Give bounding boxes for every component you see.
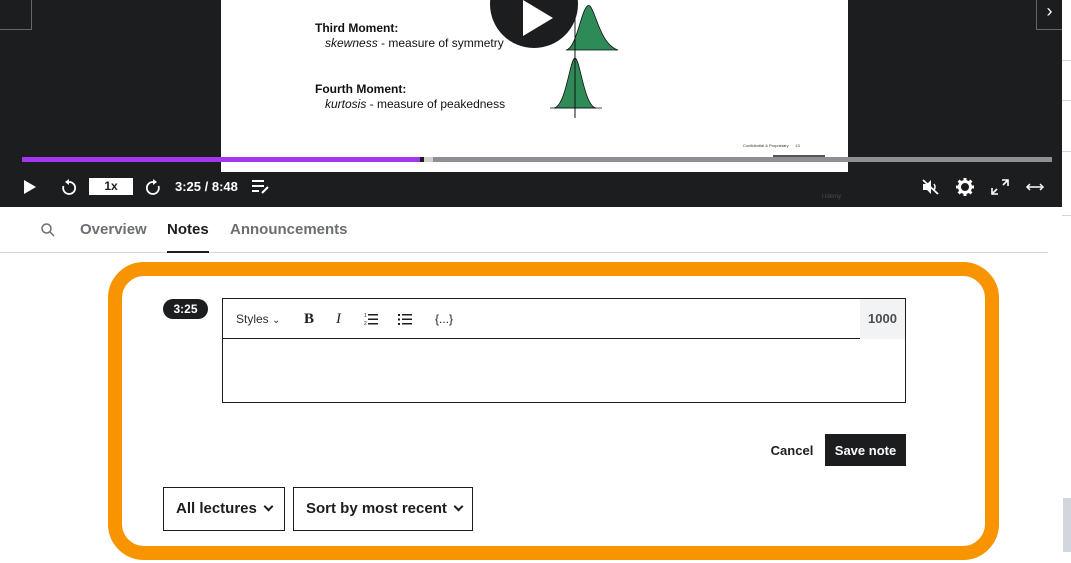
transcript-icon[interactable] bbox=[250, 170, 272, 204]
slide-term-kurtosis: kurtosis bbox=[325, 97, 367, 111]
side-divider bbox=[1062, 60, 1071, 61]
slide-fourth-moment-desc: kurtosis - measure of peakedness bbox=[325, 97, 505, 111]
chevron-right-icon: › bbox=[1046, 1, 1053, 21]
editor-toolbar: Styles ⌄ B I 12 {...} 1000 bbox=[223, 299, 905, 339]
styles-dropdown[interactable]: Styles ⌄ bbox=[236, 299, 280, 339]
chevron-down-icon bbox=[453, 501, 464, 512]
video-player[interactable]: Third Moment: skewness - measure of symm… bbox=[0, 0, 1062, 207]
play-icon[interactable] bbox=[20, 170, 40, 204]
slide-kurtosis-desc: - measure of peakedness bbox=[366, 97, 506, 111]
side-divider bbox=[1062, 215, 1071, 216]
rewind-icon[interactable] bbox=[58, 170, 80, 204]
tab-announcements[interactable]: Announcements bbox=[230, 212, 348, 253]
player-controls: 1x 3:25 / 8:48 Udemy bbox=[0, 170, 1062, 204]
sort-dropdown[interactable]: Sort by most recent bbox=[293, 487, 473, 531]
slide-term-skewness: skewness bbox=[325, 36, 378, 50]
slide-third-moment-title: Third Moment: bbox=[315, 21, 399, 35]
chevron-down-icon: ⌄ bbox=[272, 315, 281, 326]
svg-text:1: 1 bbox=[364, 313, 367, 319]
settings-icon[interactable] bbox=[953, 170, 977, 204]
slide-page-number: 13 bbox=[795, 143, 800, 148]
progress-marker bbox=[424, 157, 433, 162]
cancel-button[interactable]: Cancel bbox=[762, 434, 822, 466]
unordered-list-icon[interactable] bbox=[398, 312, 412, 326]
slide-fourth-moment-title: Fourth Moment: bbox=[315, 82, 407, 96]
next-lecture-button[interactable]: › bbox=[1036, 0, 1062, 30]
progress-fill bbox=[22, 157, 423, 162]
styles-label: Styles bbox=[236, 312, 269, 326]
character-counter: 1000 bbox=[860, 299, 905, 339]
bold-button[interactable]: B bbox=[304, 299, 314, 339]
previous-lecture-button[interactable] bbox=[0, 0, 32, 30]
side-scrollbar[interactable] bbox=[1063, 498, 1071, 552]
page: Third Moment: skewness - measure of symm… bbox=[0, 0, 1071, 563]
slide-skewness-desc: - measure of symmetry bbox=[377, 36, 504, 50]
chevron-down-icon bbox=[263, 501, 274, 512]
save-note-button[interactable]: Save note bbox=[825, 434, 906, 466]
tab-overview[interactable]: Overview bbox=[80, 212, 147, 253]
note-editor: Styles ⌄ B I 12 {...} 1000 bbox=[222, 298, 906, 403]
udemy-watermark: Udemy bbox=[822, 194, 842, 200]
search-icon[interactable] bbox=[40, 222, 56, 238]
slide-footer-text: Confidential & Proprietary bbox=[743, 143, 789, 148]
forward-icon[interactable] bbox=[142, 170, 164, 204]
course-tabs: Overview Notes Announcements bbox=[0, 212, 1048, 253]
slide-footer: Confidential & Proprietary 13 bbox=[743, 143, 800, 148]
expand-icon[interactable] bbox=[1022, 170, 1048, 204]
code-button[interactable]: {...} bbox=[435, 299, 453, 339]
side-divider bbox=[1062, 100, 1071, 101]
ordered-list-icon[interactable]: 12 bbox=[364, 312, 378, 326]
side-divider bbox=[1062, 151, 1071, 152]
note-timestamp: 3:25 bbox=[163, 299, 208, 319]
mute-icon[interactable] bbox=[919, 170, 943, 204]
svg-text:2: 2 bbox=[364, 321, 367, 326]
fullscreen-icon[interactable] bbox=[988, 170, 1012, 204]
tab-notes[interactable]: Notes bbox=[167, 212, 209, 253]
playback-speed-button[interactable]: 1x bbox=[89, 178, 133, 195]
lectures-filter-label: All lectures bbox=[176, 500, 257, 517]
sort-label: Sort by most recent bbox=[306, 500, 447, 517]
slide-third-moment-desc: skewness - measure of symmetry bbox=[325, 36, 504, 50]
lectures-filter-dropdown[interactable]: All lectures bbox=[163, 487, 285, 531]
time-display: 3:25 / 8:48 bbox=[175, 179, 238, 194]
italic-button[interactable]: I bbox=[336, 299, 341, 339]
note-text-input[interactable] bbox=[223, 339, 905, 402]
